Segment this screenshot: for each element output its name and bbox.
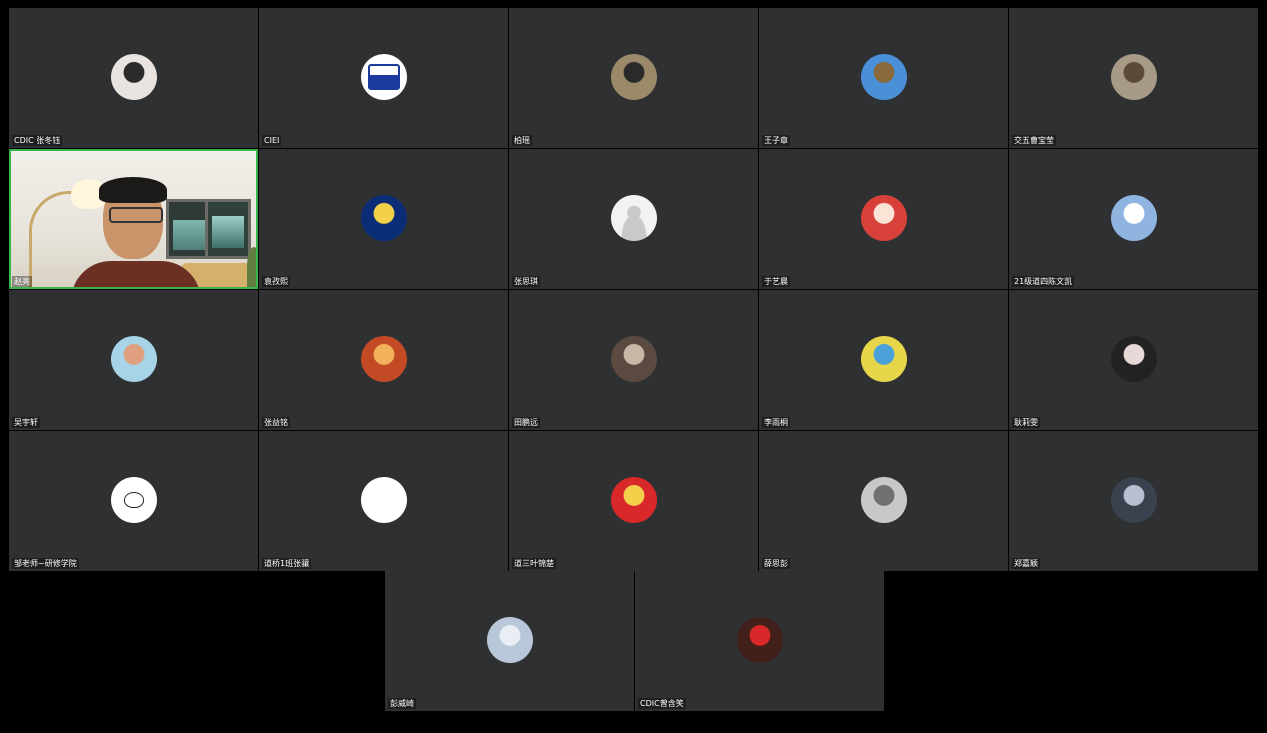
- participant-tile[interactable]: CIEI: [259, 8, 508, 148]
- sketch-girl-avatar-icon: [860, 477, 907, 523]
- chelsea-crest-icon: [360, 195, 407, 241]
- participant-tile[interactable]: 薛思彭: [759, 431, 1008, 571]
- participant-name: 彭威崎: [388, 698, 416, 709]
- anime-girl-avatar-icon: [860, 195, 907, 241]
- default-user-icon: [610, 195, 657, 241]
- participant-tile[interactable]: 王子章: [759, 8, 1008, 148]
- participant-tile[interactable]: 道三叶锦楚: [509, 431, 758, 571]
- participant-tile[interactable]: 李雨桐: [759, 290, 1008, 430]
- participant-name: 田鹏远: [512, 417, 540, 428]
- participant-tile[interactable]: 柏瑶: [509, 8, 758, 148]
- anime-hero-avatar-icon: [360, 336, 407, 382]
- participant-tile[interactable]: 彭威崎: [385, 571, 634, 711]
- snowy-art-avatar-icon: [486, 617, 533, 663]
- participant-name: 于艺晨: [762, 276, 790, 287]
- participant-name: 郑嘉颖: [1012, 558, 1040, 569]
- participant-name: 道三叶锦楚: [512, 558, 556, 569]
- speaker-hair: [99, 177, 167, 203]
- participant-name: 李雨桐: [762, 417, 790, 428]
- participant-grid-last-row: 彭威崎 CDIC曾含笑: [385, 571, 884, 711]
- flag-portrait-avatar-icon: [610, 477, 657, 523]
- participant-tile[interactable]: 耿莉雯: [1009, 290, 1258, 430]
- landscape-photo-avatar-icon: [1110, 54, 1157, 100]
- participant-tile[interactable]: CDIC 张冬钰: [9, 8, 258, 148]
- participant-tile[interactable]: 张益铭: [259, 290, 508, 430]
- participant-name: 交五曹宝莹: [1012, 135, 1056, 146]
- participant-name: CDIC曾含笑: [638, 698, 686, 709]
- wall-painting: [205, 199, 251, 259]
- outdoor-photo-avatar-icon: [610, 54, 657, 100]
- participant-name: 吴宇轩: [12, 417, 40, 428]
- cartoon-cat-avatar-icon: [1110, 195, 1157, 241]
- camera-video: [11, 151, 256, 287]
- participant-tile[interactable]: 邹老师~研修学院: [9, 431, 258, 571]
- participant-name: 袁孜熙: [262, 276, 290, 287]
- participant-name: CDIC 张冬钰: [12, 135, 63, 146]
- indoor-photo-avatar-icon: [610, 336, 657, 382]
- lamp-stand: [29, 191, 82, 287]
- school-logo-icon: [360, 54, 407, 100]
- participant-name: 王子章: [762, 135, 790, 146]
- participant-tile[interactable]: 道桥1班张骧: [259, 431, 508, 571]
- dim-portrait-avatar-icon: [1110, 477, 1157, 523]
- participant-tile[interactable]: 张思琪: [509, 149, 758, 289]
- pikachu-avatar-icon: [860, 336, 907, 382]
- dark-portrait-avatar-icon: [1110, 336, 1157, 382]
- participant-tile[interactable]: 田鹏远: [509, 290, 758, 430]
- glasses: [109, 207, 163, 223]
- plant: [247, 247, 256, 287]
- participant-tile[interactable]: 于艺晨: [759, 149, 1008, 289]
- participant-tile[interactable]: 交五曹宝莹: [1009, 8, 1258, 148]
- active-speaker-video-tile[interactable]: 赵亮: [9, 149, 258, 289]
- participant-name: 张益铭: [262, 417, 290, 428]
- participant-name: 21级道四陈文凯: [1012, 276, 1075, 287]
- participant-name: 柏瑶: [512, 135, 532, 146]
- portrait-avatar-icon: [110, 54, 157, 100]
- participant-tile[interactable]: 袁孜熙: [259, 149, 508, 289]
- participant-tile[interactable]: 21级道四陈文凯: [1009, 149, 1258, 289]
- participant-name: 赵亮: [12, 276, 32, 287]
- participant-name: 张思琪: [512, 276, 540, 287]
- participant-tile[interactable]: CDIC曾含笑: [635, 571, 884, 711]
- participant-tile[interactable]: 吴宇轩: [9, 290, 258, 430]
- red-dress-avatar-icon: [736, 617, 783, 663]
- statue-photo-avatar-icon: [860, 54, 907, 100]
- doodle-cat-avatar-icon: [110, 477, 157, 523]
- blank-white-avatar-icon: [360, 477, 407, 523]
- participant-name: CIEI: [262, 135, 282, 146]
- participant-name: 道桥1班张骧: [262, 558, 312, 569]
- participant-name: 薛思彭: [762, 558, 790, 569]
- participant-grid: CDIC 张冬钰 CIEI 柏瑶 王子章 交五曹宝莹 赵亮 袁孜熙 张思琪 于艺…: [9, 8, 1259, 571]
- participant-tile[interactable]: 郑嘉颖: [1009, 431, 1258, 571]
- participant-name: 耿莉雯: [1012, 417, 1040, 428]
- participant-name: 邹老师~研修学院: [12, 558, 79, 569]
- sky-photo-avatar-icon: [110, 336, 157, 382]
